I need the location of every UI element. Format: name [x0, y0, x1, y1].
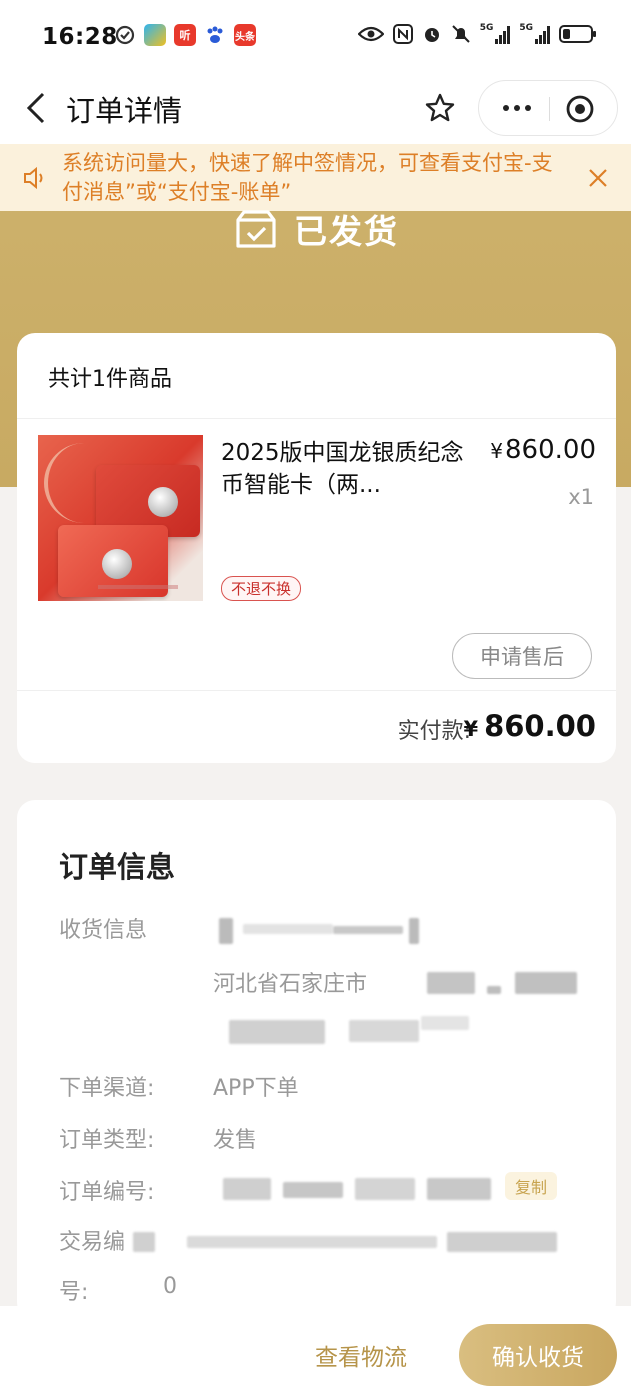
shipping-info-label: 收货信息 — [59, 918, 148, 943]
order-info-card: 订单信息 收货信息 河北省石家庄市 下单渠道: APP下单 订单类型: 发售 订… — [17, 800, 616, 1320]
paw-icon — [207, 26, 223, 43]
order-channel-value: APP下单 — [213, 1076, 299, 1101]
target-icon — [566, 95, 594, 123]
speaker-icon — [24, 166, 43, 190]
product-price: ¥860.00 — [490, 435, 596, 465]
order-status-header: 已发货 — [234, 205, 399, 253]
product-quantity: x1 — [568, 485, 594, 509]
nfc-icon — [392, 24, 413, 44]
sync-icon — [115, 25, 135, 45]
divider — [17, 418, 616, 419]
no-return-tag: 不退不换 — [221, 576, 302, 601]
capsule-divider — [549, 97, 550, 121]
bottom-action-bar: 查看物流 确认收货 — [0, 1306, 631, 1400]
products-count: 共计1件商品 — [48, 367, 172, 392]
app-icon-listen: 听 — [174, 24, 196, 46]
app-icon-blue — [144, 24, 166, 46]
close-notice-icon[interactable] — [582, 162, 614, 194]
page-title: 订单详情 — [66, 94, 183, 128]
trade-number-label-cont: 号: — [59, 1280, 89, 1305]
star-icon — [425, 93, 455, 122]
shipping-address: 河北省石家庄市 — [213, 972, 368, 997]
signal-5g-1: 5G — [480, 24, 511, 44]
order-type-value: 发售 — [213, 1128, 258, 1153]
order-info-title: 订单信息 — [59, 850, 176, 884]
order-status-text: 已发货 — [294, 212, 399, 251]
view-logistics-button[interactable]: 查看物流 — [296, 1326, 426, 1384]
system-icons: 5G 5G — [357, 24, 596, 44]
trade-number-label: 交易编 — [59, 1230, 126, 1255]
chevron-left-icon — [26, 92, 45, 124]
notice-banner: 系统访问量大，快速了解中签情况，可查看支付宝-支付消息”或“支付宝-账单” — [0, 144, 631, 211]
mute-bell-icon — [451, 25, 470, 43]
mini-program-capsule — [478, 80, 618, 136]
notification-icons: 听 头条 — [114, 24, 256, 46]
eye-icon — [357, 26, 384, 42]
more-button[interactable] — [493, 91, 541, 125]
divider — [17, 690, 616, 691]
notice-text: 系统访问量大，快速了解中签情况，可查看支付宝-支付消息”或“支付宝-账单” — [62, 151, 553, 204]
clock: 16:28 — [42, 24, 118, 50]
confirm-receipt-button[interactable]: 确认收货 — [459, 1324, 617, 1386]
close-miniprogram-button[interactable] — [563, 92, 597, 126]
after-sale-button[interactable]: 申请售后 — [452, 633, 592, 679]
order-number-label: 订单编号: — [59, 1180, 155, 1205]
shipped-box-icon — [236, 210, 276, 248]
back-button[interactable] — [14, 86, 58, 130]
product-image[interactable] — [38, 435, 203, 601]
signal-5g-2: 5G — [519, 24, 550, 44]
order-type-label: 订单类型: — [59, 1128, 155, 1153]
paid-amount: ¥860.00 — [463, 709, 596, 743]
trade-number-value: 0 — [163, 1274, 177, 1299]
network-type: 5G — [479, 23, 494, 33]
product-name[interactable]: 2025版中国龙银质纪念币智能卡（两... — [221, 437, 481, 501]
app-icon-toutiao: 头条 — [234, 24, 256, 46]
paid-label: 实付款: — [397, 719, 471, 744]
alarm-icon — [424, 28, 439, 42]
network-type-2: 5G — [519, 23, 533, 33]
navigation-bar: 订单详情 — [0, 72, 631, 144]
favorite-button[interactable] — [418, 86, 462, 130]
copy-order-number-button[interactable]: 复制 — [505, 1172, 558, 1200]
order-channel-label: 下单渠道: — [59, 1076, 155, 1101]
battery-icon — [559, 25, 596, 43]
status-bar: 16:28 听 头条 5G 5G — [0, 0, 631, 72]
products-card: 共计1件商品 2025版中国龙银质纪念币智能卡（两... ¥860.00 x1 … — [17, 333, 616, 763]
